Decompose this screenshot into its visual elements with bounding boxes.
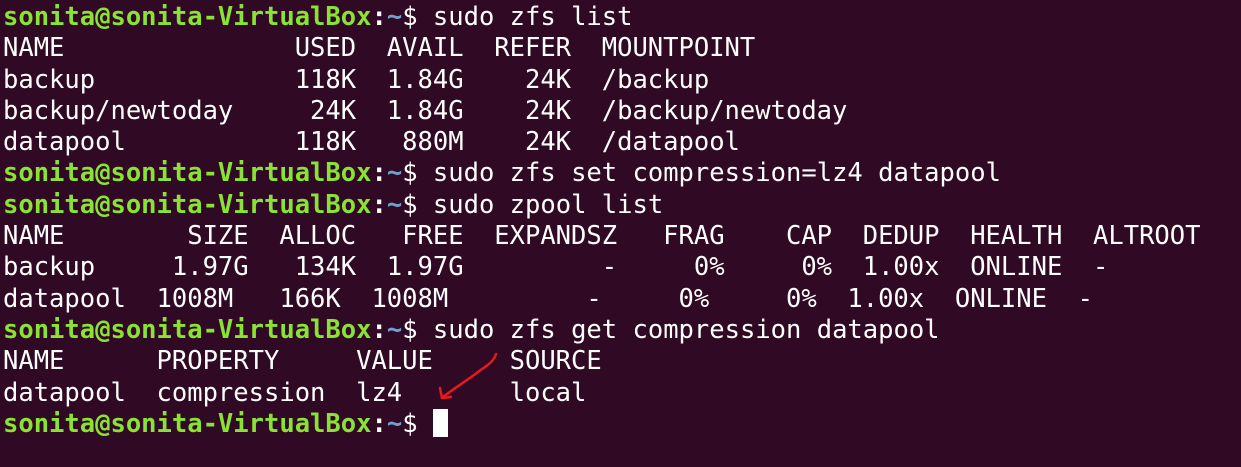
terminal-output: sonita@sonita-VirtualBox:~$ sudo zfs lis…	[3, 2, 1241, 440]
prompt-path: ~	[386, 158, 403, 189]
prompt-user-host: sonita@sonita-VirtualBox	[3, 2, 372, 32]
prompt-colon: :	[371, 408, 387, 439]
prompt-path: ~	[386, 314, 403, 345]
output-line: backup/newtoday 24K 1.84G 24K /backup/ne…	[3, 95, 848, 126]
command-text: sudo zfs set compression=lz4 datapool	[432, 158, 1001, 189]
prompt-user-host: sonita@sonita-VirtualBox	[3, 158, 372, 189]
prompt-user-host: sonita@sonita-VirtualBox	[3, 408, 372, 439]
prompt-dollar: $	[402, 408, 433, 439]
output-line: NAME USED AVAIL REFER MOUNTPOINT	[3, 33, 756, 64]
prompt-line: sonita@sonita-VirtualBox:~$ sudo zfs set…	[3, 158, 1241, 189]
output-line: datapool 1008M 166K 1008M - 0% 0% 1.00x …	[3, 283, 1094, 314]
prompt-line: sonita@sonita-VirtualBox:~$ sudo zfs get…	[3, 315, 1241, 346]
command-text: sudo zfs get compression datapool	[432, 314, 940, 345]
terminal-cursor[interactable]	[432, 408, 448, 437]
prompt-colon: :	[371, 189, 387, 220]
prompt-path: ~	[386, 408, 403, 439]
output-line: NAME SIZE ALLOC FREE EXPANDSZ FRAG CAP D…	[3, 221, 1201, 252]
prompt-user-host: sonita@sonita-VirtualBox	[3, 189, 372, 220]
prompt-colon: :	[371, 158, 387, 189]
prompt-dollar: $	[402, 314, 433, 345]
command-text: sudo zfs list	[432, 2, 633, 32]
prompt-dollar: $	[402, 189, 433, 220]
prompt-dollar: $	[402, 158, 433, 189]
output-line: backup 1.97G 134K 1.97G - 0% 0% 1.00x ON…	[3, 252, 1109, 283]
output-line: datapool compression lz4 local	[3, 377, 587, 408]
output-line: NAME PROPERTY VALUE SOURCE	[3, 346, 602, 377]
prompt-line: sonita@sonita-VirtualBox:~$	[3, 408, 1241, 440]
output-line: datapool 118K 880M 24K /datapool	[3, 127, 740, 158]
prompt-line: sonita@sonita-VirtualBox:~$ sudo zpool l…	[3, 190, 1241, 221]
command-text: sudo zpool list	[432, 189, 664, 220]
prompt-line: sonita@sonita-VirtualBox:~$ sudo zfs lis…	[3, 2, 1241, 33]
prompt-colon: :	[371, 2, 387, 32]
prompt-user-host: sonita@sonita-VirtualBox	[3, 314, 372, 345]
prompt-colon: :	[371, 314, 387, 345]
terminal-window[interactable]: sonita@sonita-VirtualBox:~$ sudo zfs lis…	[0, 0, 1241, 467]
prompt-dollar: $	[402, 2, 433, 32]
prompt-path: ~	[386, 189, 403, 220]
prompt-path: ~	[386, 2, 403, 32]
output-line: backup 118K 1.84G 24K /backup	[3, 64, 710, 95]
